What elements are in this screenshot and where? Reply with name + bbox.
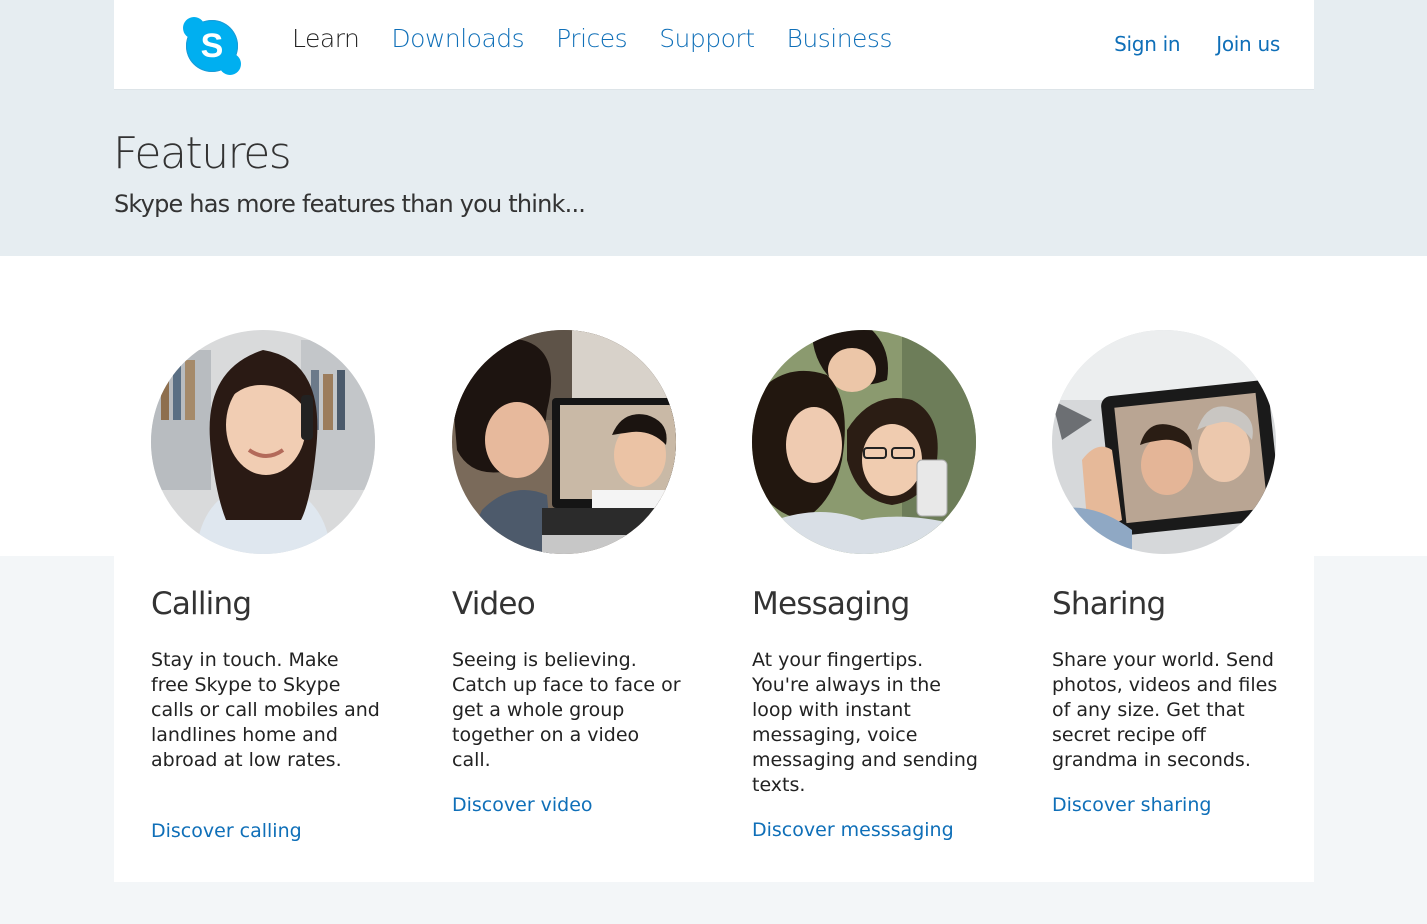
feature-calling: Calling Stay in touch. Make free Skype t… [151, 330, 381, 842]
nav-link-business[interactable]: Business [787, 24, 893, 53]
feature-description-sharing: Share your world. Send photos, videos an… [1052, 649, 1278, 771]
nav-link-prices[interactable]: Prices [556, 24, 628, 53]
skype-logo-icon[interactable]: S [183, 17, 241, 75]
nav-link-learn[interactable]: Learn [292, 24, 360, 53]
feature-description-messaging: At your fingertips. You're always in the… [752, 649, 978, 796]
feature-sharing: Sharing Share your world. Send photos, v… [1052, 330, 1282, 816]
discover-calling-link[interactable]: Discover calling [151, 820, 302, 842]
feature-title-video: Video [452, 586, 536, 622]
feature-description-video: Seeing is believing. Catch up face to fa… [452, 649, 681, 771]
video-photo [452, 330, 676, 554]
feature-messaging: Messaging At your fingertips. You're alw… [752, 330, 982, 841]
account-links: Sign in Join us [1114, 32, 1280, 56]
feature-title-sharing: Sharing [1052, 586, 1166, 622]
feature-description-calling: Stay in touch. Make free Skype to Skype … [151, 649, 380, 771]
logo-letter: S [200, 27, 224, 65]
feature-title-messaging: Messaging [752, 586, 910, 622]
calling-photo [151, 330, 375, 554]
sharing-photo [1052, 330, 1276, 554]
feature-title-calling: Calling [151, 586, 252, 622]
page-title: Features [113, 128, 292, 179]
nav-link-support[interactable]: Support [659, 24, 755, 53]
messaging-photo [752, 330, 976, 554]
top-navigation: S Learn Downloads Prices Support Busines… [114, 0, 1314, 90]
nav-link-downloads[interactable]: Downloads [391, 24, 524, 53]
join-us-link[interactable]: Join us [1216, 32, 1280, 56]
page-subtitle: Skype has more features than you think..… [114, 190, 586, 218]
sign-in-link[interactable]: Sign in [1114, 32, 1180, 56]
discover-sharing-link[interactable]: Discover sharing [1052, 794, 1211, 816]
feature-video: Video Seeing is believing. Catch up face… [452, 330, 682, 816]
discover-messaging-link[interactable]: Discover messsaging [752, 819, 954, 841]
nav-links: Learn Downloads Prices Support Business [292, 24, 892, 53]
discover-video-link[interactable]: Discover video [452, 794, 593, 816]
